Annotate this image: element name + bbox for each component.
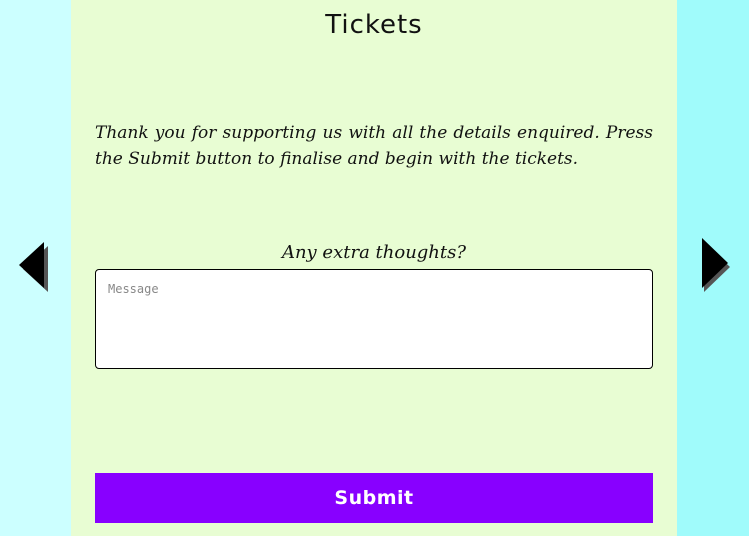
next-page-button[interactable] bbox=[700, 236, 730, 292]
triangle-left-icon bbox=[19, 242, 48, 292]
extra-thoughts-label: Any extra thoughts? bbox=[281, 242, 467, 263]
message-textarea[interactable] bbox=[95, 269, 653, 369]
intro-text: Thank you for supporting us with all the… bbox=[95, 123, 653, 169]
page-title: Tickets bbox=[325, 10, 423, 40]
submit-button[interactable]: Submit bbox=[95, 473, 653, 523]
triangle-right-icon bbox=[702, 238, 730, 292]
previous-page-button[interactable] bbox=[18, 240, 48, 294]
form-panel: Tickets Thank you for supporting us with… bbox=[71, 0, 677, 536]
